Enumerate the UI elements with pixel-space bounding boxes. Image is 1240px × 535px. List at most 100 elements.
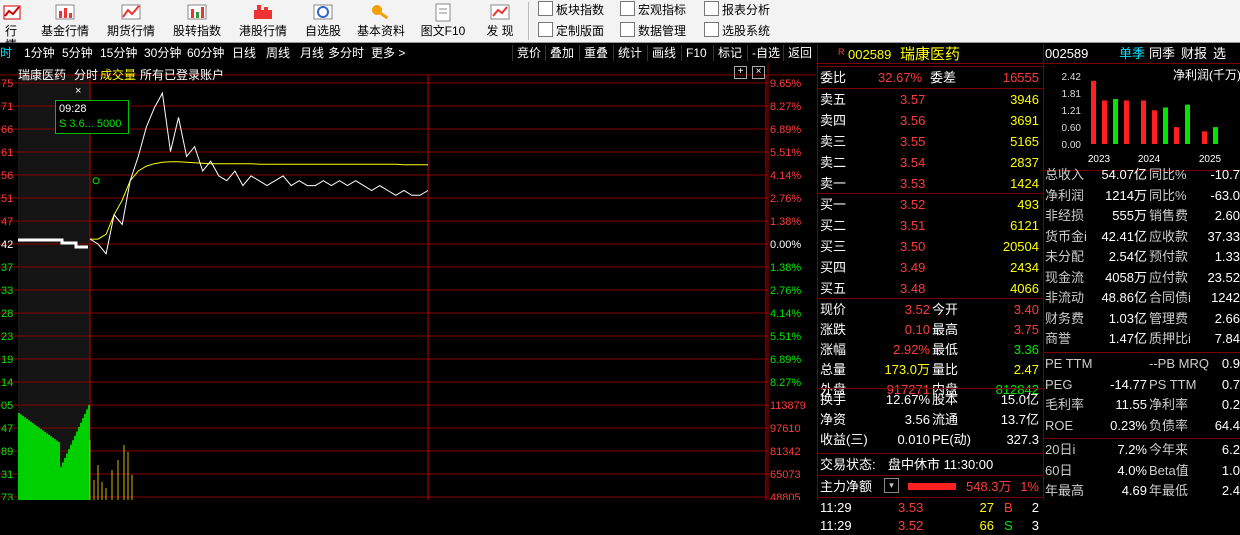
toolbar-sector-index-button[interactable]: 板块指数: [538, 0, 604, 20]
toolbar-f10-button[interactable]: 图文F10: [418, 0, 468, 42]
fin-value: 64.4: [1214, 417, 1240, 433]
toolbar-data-manage-button[interactable]: 数据管理: [620, 21, 686, 41]
toolbar-macro-button[interactable]: 宏观指标: [620, 0, 686, 20]
trade-status-row: 交易状态: 盘中休市 11:30:00: [818, 455, 1043, 475]
bid-level-price: 3.49: [900, 260, 926, 275]
volume-bar: [36, 426, 38, 500]
fin-label: 净利率: [1149, 397, 1189, 412]
fin-value: 4.0%: [1117, 462, 1147, 478]
volume-bar: [24, 417, 26, 500]
period-5min[interactable]: 5分钟: [62, 46, 93, 60]
fin-value: 7.2%: [1117, 442, 1147, 457]
toolbar-stock-picker-button[interactable]: 选股系统: [704, 21, 770, 41]
report-icon: [704, 1, 719, 16]
net-profit-bar: [1124, 100, 1129, 144]
intraday-chart[interactable]: 75 71 66 61 56 51 47 42 37 33 28 23 19 14 05 47 89 31 73 9.…: [0, 63, 816, 500]
overlay-button[interactable]: 叠加: [545, 45, 578, 61]
chart-expand-icon[interactable]: +: [734, 66, 747, 79]
period-60min[interactable]: 60分钟: [187, 46, 224, 60]
fin-label: 毛利率: [1045, 397, 1085, 412]
ask-level-row[interactable]: 卖四 3.56 3691: [818, 111, 1043, 131]
fin-row: 毛利率 11.55 净利率 0.2: [1043, 395, 1240, 415]
tooltip-close-icon[interactable]: ×: [75, 85, 81, 97]
bid-level-row[interactable]: 买一 3.52 493: [818, 195, 1043, 215]
tab-select[interactable]: 选: [1213, 44, 1226, 64]
fin-label: 同比%: [1149, 167, 1187, 182]
ask-level-row[interactable]: 卖二 3.54 2837: [818, 153, 1043, 173]
toolbar-discover-button[interactable]: 发 现: [478, 0, 522, 42]
toolbar-quote-button[interactable]: 行情: [0, 0, 22, 52]
toolbar-basic-info-button[interactable]: 基本资料: [354, 0, 408, 42]
toolbar-report-button[interactable]: 报表分析: [704, 0, 770, 20]
bid-level-row[interactable]: 买三 3.50 20504: [818, 237, 1043, 257]
add-watchlist-button[interactable]: -自选: [747, 45, 784, 61]
period-more[interactable]: 更多 >: [371, 46, 405, 60]
fin-label: 货币金i: [1045, 228, 1087, 244]
ask-level-price: 3.55: [900, 134, 926, 149]
stat-row: 涨幅 2.92% 最低 3.36: [818, 340, 1043, 360]
tick-volume: 27: [979, 500, 994, 515]
tick-row: 11:29 3.52 66 S 3: [818, 517, 1043, 535]
toolbar-fund-button[interactable]: 基金行情: [38, 0, 92, 42]
stats-button[interactable]: 统计: [613, 45, 646, 61]
ask-level-row[interactable]: 卖五 3.57 3946: [818, 90, 1043, 110]
fin-header: 002589 单季 同季 财报 选: [1043, 44, 1240, 64]
fin-label: 管理费: [1149, 310, 1189, 326]
period-day[interactable]: 日线: [232, 46, 256, 60]
fin-label: 总收入: [1045, 167, 1085, 182]
fin-value: 2.66: [1214, 310, 1240, 326]
volume-tick-label: 48805: [770, 492, 801, 500]
stack-button[interactable]: 重叠: [579, 45, 612, 61]
ask-level-label: 卖五: [820, 92, 847, 107]
fin-label: 未分配: [1045, 249, 1085, 264]
volume-bar: [52, 437, 54, 500]
bid-level-row[interactable]: 买五 3.48 4066: [818, 279, 1043, 299]
back-button[interactable]: 返回: [783, 45, 816, 61]
tab-same-quarter[interactable]: 同季: [1149, 44, 1175, 64]
tab-financial-report[interactable]: 财报: [1181, 44, 1207, 64]
fin-label: 合同债i: [1149, 290, 1191, 305]
fin-value: 48.86亿: [1101, 290, 1147, 305]
tick-price: 3.52: [898, 518, 924, 533]
main-flow-pct: 1%: [1020, 479, 1039, 494]
ask-level-row[interactable]: 卖三 3.55 5165: [818, 132, 1043, 152]
ask-level-row[interactable]: 卖一 3.53 1424: [818, 174, 1043, 194]
ask-level-price: 3.53: [900, 176, 926, 191]
net-profit-chart: 2.42 1.81 1.21 0.60 0.00 2023 2024 2025: [1062, 72, 1222, 165]
bid-level-row[interactable]: 买二 3.51 6121: [818, 216, 1043, 236]
fin-row: 商誉 1.47亿 质押比i 7.84: [1043, 329, 1240, 349]
pct-tick-label: 0.00%: [770, 239, 801, 251]
fin-value: 6.2: [1221, 442, 1240, 457]
stat-value: 0.010: [897, 432, 930, 447]
toolbar-index-button[interactable]: 股转指数: [170, 0, 224, 42]
stat-value: 15.0亿: [1000, 392, 1039, 407]
toolbar-watchlist-button[interactable]: 自选股: [300, 0, 346, 42]
net-profit-bar: [1174, 127, 1179, 144]
mark-button[interactable]: 标记: [713, 45, 746, 61]
fin-row: 现金流 4058万 应付款 23.52: [1043, 268, 1240, 288]
chart-close-icon[interactable]: ×: [752, 66, 765, 79]
main-flow-dropdown-icon[interactable]: ▾: [884, 478, 899, 493]
volume-bar: [18, 413, 20, 500]
custom-layout-label: 定制版面: [556, 24, 605, 38]
period-30min[interactable]: 30分钟: [144, 46, 181, 60]
tab-quarterly[interactable]: 单季: [1119, 44, 1145, 64]
period-multi-intraday[interactable]: 多分时: [328, 46, 364, 60]
ask-level-volume: 2837: [1010, 155, 1039, 170]
main-flow-row[interactable]: 主力净额 ▾ 548.3万 1%: [818, 477, 1043, 497]
stat-label: 涨跌: [820, 322, 847, 337]
toolbar-futures-button[interactable]: 期货行情: [104, 0, 158, 42]
bid-level-row[interactable]: 买四 3.49 2434: [818, 258, 1043, 278]
period-week[interactable]: 周线: [266, 46, 290, 60]
period-month[interactable]: 月线: [300, 46, 324, 60]
draw-line-button[interactable]: 画线: [647, 45, 680, 61]
period-1min[interactable]: 1分钟: [24, 46, 55, 60]
ratio-label: 委比: [820, 70, 847, 85]
f10-button[interactable]: F10: [681, 45, 711, 61]
pct-tick-label: 4.14%: [770, 170, 801, 182]
period-intraday[interactable]: 时: [0, 46, 12, 60]
period-15min[interactable]: 15分钟: [100, 46, 137, 60]
toolbar-custom-layout-button[interactable]: 定制版面: [538, 21, 604, 41]
auction-button[interactable]: 竞价: [512, 45, 545, 61]
toolbar-hk-stock-button[interactable]: 港股行情: [236, 0, 290, 42]
